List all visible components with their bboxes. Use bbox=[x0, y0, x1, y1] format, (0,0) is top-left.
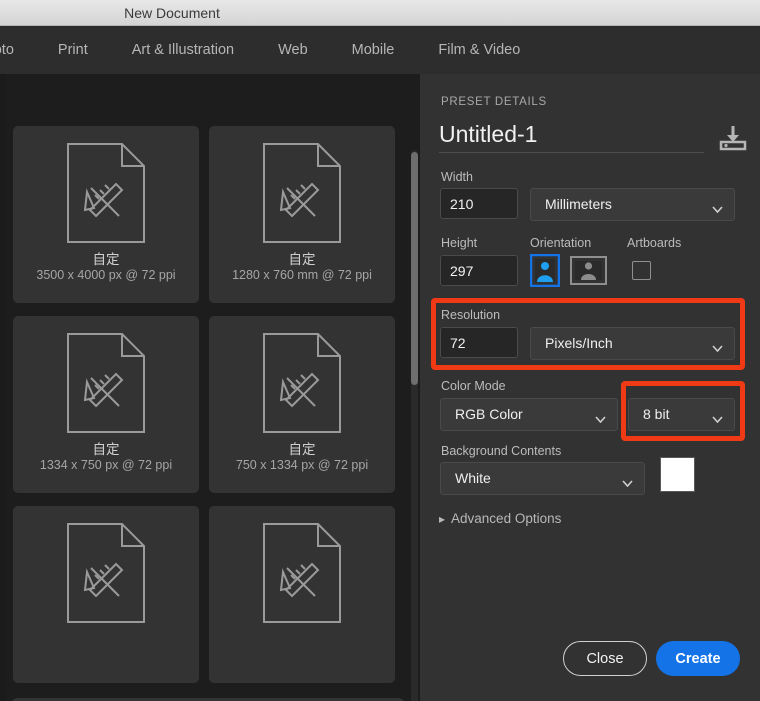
background-contents-label: Background Contents bbox=[441, 444, 561, 458]
orientation-label: Orientation bbox=[530, 236, 591, 250]
resolution-input[interactable] bbox=[440, 327, 518, 358]
preset-details-heading: PRESET DETAILS bbox=[441, 96, 547, 108]
save-preset-icon[interactable] bbox=[716, 124, 750, 152]
preset-details-pane: PRESET DETAILS Width Millimeters Height … bbox=[420, 74, 760, 701]
chevron-down-icon bbox=[712, 200, 723, 207]
preset-templates-pane: 自定 3500 x 4000 px @ 72 ppi bbox=[6, 74, 420, 701]
color-mode-label: Color Mode bbox=[441, 379, 506, 393]
resolution-unit-value: Pixels/Inch bbox=[545, 328, 613, 359]
background-contents-value: White bbox=[455, 463, 491, 494]
resolution-unit-select[interactable]: Pixels/Inch bbox=[530, 327, 735, 360]
artboards-label: Artboards bbox=[627, 236, 681, 250]
advanced-options-label: Advanced Options bbox=[451, 511, 561, 526]
document-ruler-pencil-icon bbox=[66, 142, 146, 249]
preset-card[interactable]: 自定 1334 x 750 px @ 72 ppi bbox=[13, 316, 199, 493]
preset-card[interactable]: 自定 750 x 1334 px @ 72 ppi bbox=[209, 316, 395, 493]
background-color-swatch[interactable] bbox=[660, 457, 695, 492]
document-name-input[interactable] bbox=[439, 116, 704, 152]
tab-art-illustration[interactable]: Art & Illustration bbox=[110, 42, 256, 58]
preset-card-subtitle: 1280 x 760 mm @ 72 ppi bbox=[209, 268, 395, 282]
tab-web[interactable]: Web bbox=[256, 42, 330, 58]
preset-card[interactable] bbox=[13, 506, 199, 683]
preset-card-subtitle: 750 x 1334 px @ 72 ppi bbox=[209, 458, 395, 472]
chevron-down-icon bbox=[712, 410, 723, 417]
background-contents-select[interactable]: White bbox=[440, 462, 645, 495]
height-label: Height bbox=[441, 236, 477, 250]
height-input[interactable] bbox=[440, 255, 518, 286]
document-ruler-pencil-icon bbox=[262, 332, 342, 439]
artboards-checkbox[interactable] bbox=[632, 261, 651, 280]
tab-mobile[interactable]: Mobile bbox=[330, 42, 417, 58]
preset-card-title: 自定 bbox=[13, 248, 199, 268]
preset-card-subtitle: 3500 x 4000 px @ 72 ppi bbox=[13, 268, 199, 282]
document-ruler-pencil-icon bbox=[66, 522, 146, 629]
document-ruler-pencil-icon bbox=[262, 522, 342, 629]
document-ruler-pencil-icon bbox=[262, 142, 342, 249]
preset-card[interactable]: 自定 1280 x 760 mm @ 72 ppi bbox=[209, 126, 395, 303]
preset-card[interactable]: 自定 3500 x 4000 px @ 72 ppi bbox=[13, 126, 199, 303]
resolution-label: Resolution bbox=[441, 308, 500, 322]
create-button[interactable]: Create bbox=[656, 641, 740, 676]
document-name-wrapper bbox=[439, 116, 704, 153]
new-document-dialog: New Document Photo Print Art & Illustrat… bbox=[0, 0, 760, 701]
width-unit-value: Millimeters bbox=[545, 189, 612, 220]
chevron-down-icon bbox=[712, 339, 723, 346]
chevron-down-icon bbox=[595, 410, 606, 417]
document-ruler-pencil-icon bbox=[66, 332, 146, 439]
close-button[interactable]: Close bbox=[563, 641, 647, 676]
tab-print[interactable]: Print bbox=[36, 42, 110, 58]
window-title: New Document bbox=[0, 0, 344, 26]
advanced-options-toggle[interactable]: ▸ Advanced Options bbox=[439, 511, 561, 526]
preset-card[interactable] bbox=[209, 506, 395, 683]
color-mode-value: RGB Color bbox=[455, 399, 523, 430]
chevron-right-icon: ▸ bbox=[439, 512, 445, 526]
color-mode-select[interactable]: RGB Color bbox=[440, 398, 618, 431]
orientation-landscape-button[interactable] bbox=[570, 254, 607, 292]
presets-scrollbar-thumb[interactable] bbox=[411, 152, 418, 385]
chevron-down-icon bbox=[622, 474, 633, 481]
orientation-portrait-button[interactable] bbox=[530, 254, 560, 292]
window-titlebar: New Document bbox=[0, 0, 760, 26]
bit-depth-value: 8 bit bbox=[643, 399, 669, 430]
preset-card-title: 自定 bbox=[209, 248, 395, 268]
preset-card-subtitle: 1334 x 750 px @ 72 ppi bbox=[13, 458, 199, 472]
width-input[interactable] bbox=[440, 188, 518, 219]
preset-row: 自定 1334 x 750 px @ 72 ppi bbox=[6, 316, 420, 506]
width-unit-select[interactable]: Millimeters bbox=[530, 188, 735, 221]
width-label: Width bbox=[441, 170, 473, 184]
category-tabbar: Photo Print Art & Illustration Web Mobil… bbox=[0, 26, 760, 74]
tab-film-video[interactable]: Film & Video bbox=[416, 42, 542, 58]
preset-card-title: 自定 bbox=[13, 438, 199, 458]
preset-card-title: 自定 bbox=[209, 438, 395, 458]
preset-row: 自定 3500 x 4000 px @ 72 ppi bbox=[6, 126, 420, 316]
preset-row bbox=[6, 506, 420, 696]
bit-depth-select[interactable]: 8 bit bbox=[628, 398, 735, 431]
preset-grid: 自定 3500 x 4000 px @ 72 ppi bbox=[6, 126, 420, 696]
tab-photo[interactable]: Photo bbox=[0, 42, 36, 58]
category-tabs: Photo Print Art & Illustration Web Mobil… bbox=[0, 26, 542, 74]
